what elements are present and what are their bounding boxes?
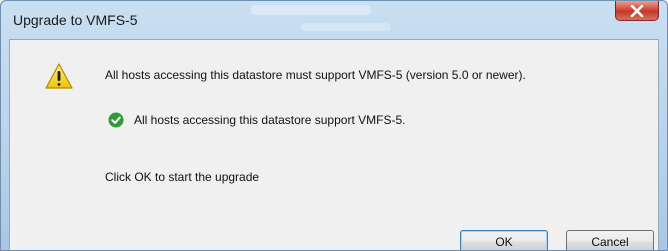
close-icon: [630, 4, 644, 17]
dialog-window: Upgrade to VMFS-5 All hosts accessing th…: [0, 0, 668, 251]
dialog-body: All hosts accessing this datastore must …: [9, 39, 659, 250]
check-circle-icon: [108, 112, 124, 128]
instruction-message: Click OK to start the upgrade: [105, 170, 260, 184]
cancel-button[interactable]: Cancel: [566, 230, 654, 250]
close-button[interactable]: [615, 1, 659, 21]
requirement-message: All hosts accessing this datastore must …: [105, 68, 526, 82]
ok-button[interactable]: OK: [460, 230, 548, 250]
warning-icon: [44, 62, 74, 90]
check-result-message: All hosts accessing this datastore suppo…: [134, 113, 406, 127]
title-bar[interactable]: Upgrade to VMFS-5: [1, 1, 667, 39]
dialog-title: Upgrade to VMFS-5: [13, 12, 138, 28]
